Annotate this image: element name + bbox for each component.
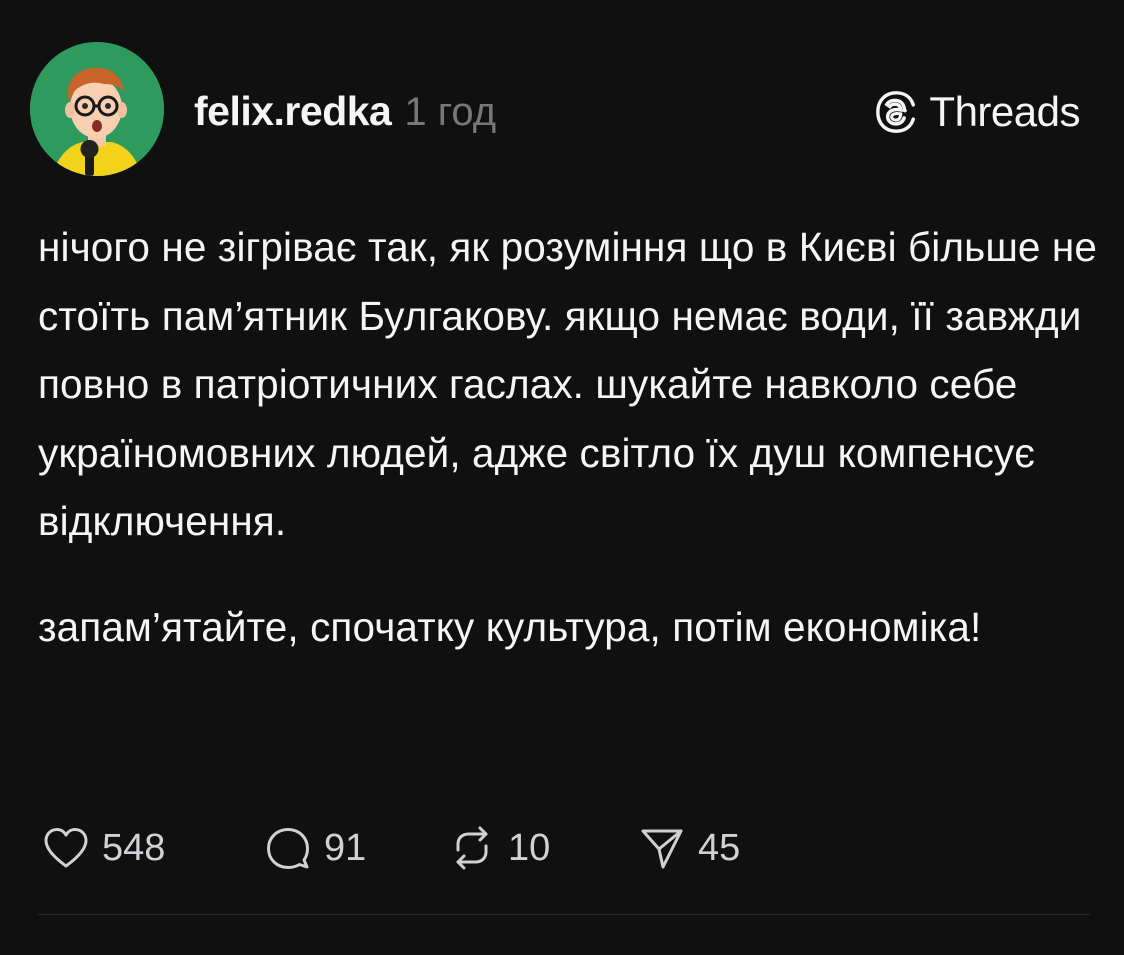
threads-post: felix.redka 1 год Threads нічого не зігр… [0,0,1124,955]
post-paragraph: запам’ятайте, спочатку культура, потім е… [38,603,982,650]
like-count: 548 [102,826,166,869]
post-actions: 548 91 10 45 [38,820,740,876]
threads-brand: Threads [873,86,1080,138]
share-count: 45 [698,826,741,869]
post-time: 1 год [404,90,497,134]
threads-logo-icon [876,91,916,133]
comment-icon [267,828,309,869]
divider [38,914,1090,915]
repost-count: 10 [508,826,551,869]
post-paragraph: нічого не зігріває так, як розуміння що … [38,224,1097,544]
like-button[interactable]: 548 [38,820,260,876]
repost-button[interactable]: 10 [444,820,634,876]
share-icon [641,829,683,869]
avatar[interactable] [30,42,164,176]
cartoon-avatar-icon [30,42,164,176]
heart-icon [44,828,88,868]
post-author-line: felix.redka 1 год [194,88,496,138]
post-content: нічого не зігріває так, як розуміння що … [38,213,1098,661]
reply-count: 91 [324,826,367,869]
reply-button[interactable]: 91 [260,820,444,876]
repost-icon [456,826,488,870]
username[interactable]: felix.redka [194,88,392,135]
brand-name: Threads [929,88,1080,135]
share-button[interactable]: 45 [634,820,740,876]
